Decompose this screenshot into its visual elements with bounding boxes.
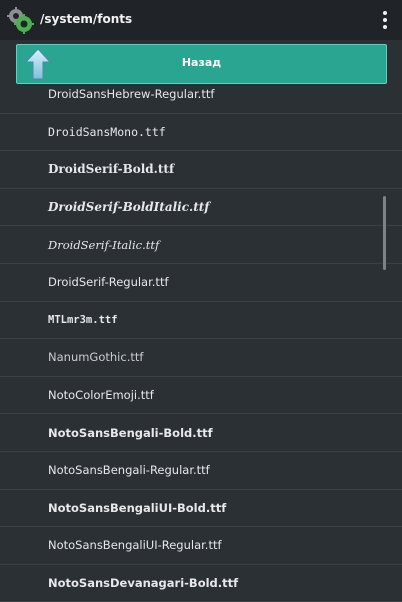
gear-cog-app-icon[interactable] [6,6,34,34]
file-list-item[interactable]: NanumGothic.ttf [0,339,402,377]
top-bar: /system/fonts [0,0,402,40]
file-name: NotoSansDevanagari-Bold.ttf [48,576,239,591]
file-list: DroidSansHebrew-Regular.ttf DroidSansMono… [0,76,402,602]
file-list-item[interactable]: DroidSansMono.ttf [0,114,402,152]
file-name: NotoColorEmoji.ttf [48,388,154,403]
file-name: DroidSerif-BoldItalic.ttf [48,200,210,215]
file-list-item[interactable]: DroidSansHebrew-Regular.ttf [0,76,402,114]
file-list-item[interactable]: NotoSansBengaliUI-Regular.ttf [0,527,402,565]
file-name: DroidSerif-Bold.ttf [48,162,175,177]
file-name: DroidSerif-Regular.ttf [48,275,169,290]
file-list-item[interactable]: DroidSerif-Bold.ttf [0,151,402,189]
file-name: DroidSerif-Italic.ttf [48,237,160,252]
file-name: NanumGothic.ttf [48,350,144,365]
file-list-item[interactable]: MTLmr3m.ttf [0,302,402,340]
file-list-item[interactable]: DroidSerif-Italic.ttf [0,226,402,264]
file-list-item[interactable]: NotoSansBengaliUI-Bold.ttf [0,490,402,528]
file-name: NotoSansBengali-Regular.ttf [48,463,210,478]
file-name: DroidSansHebrew-Regular.ttf [48,87,215,102]
file-list-item[interactable]: DroidSerif-Regular.ttf [0,264,402,302]
file-list-item[interactable]: NotoColorEmoji.ttf [0,377,402,415]
scrollbar[interactable] [383,196,386,270]
file-name: NotoSansBengaliUI-Regular.ttf [48,538,222,553]
file-list-item[interactable]: NotoSansBengali-Bold.ttf [0,414,402,452]
current-path-title: /system/fonts [40,12,133,26]
file-name: MTLmr3m.ttf [48,313,118,326]
file-list-item[interactable]: NotoSansBengali-Regular.ttf [0,452,402,490]
overflow-menu-icon[interactable] [382,11,388,29]
back-button-label: Назад [181,56,222,69]
file-name: DroidSansMono.ttf [48,124,166,139]
file-name: NotoSansBengali-Bold.ttf [48,425,213,440]
file-list-item[interactable]: DroidSerif-BoldItalic.ttf [0,189,402,227]
file-list-item[interactable]: NotoSansDevanagari-Bold.ttf [0,565,402,602]
file-name: NotoSansBengaliUI-Bold.ttf [48,500,227,515]
